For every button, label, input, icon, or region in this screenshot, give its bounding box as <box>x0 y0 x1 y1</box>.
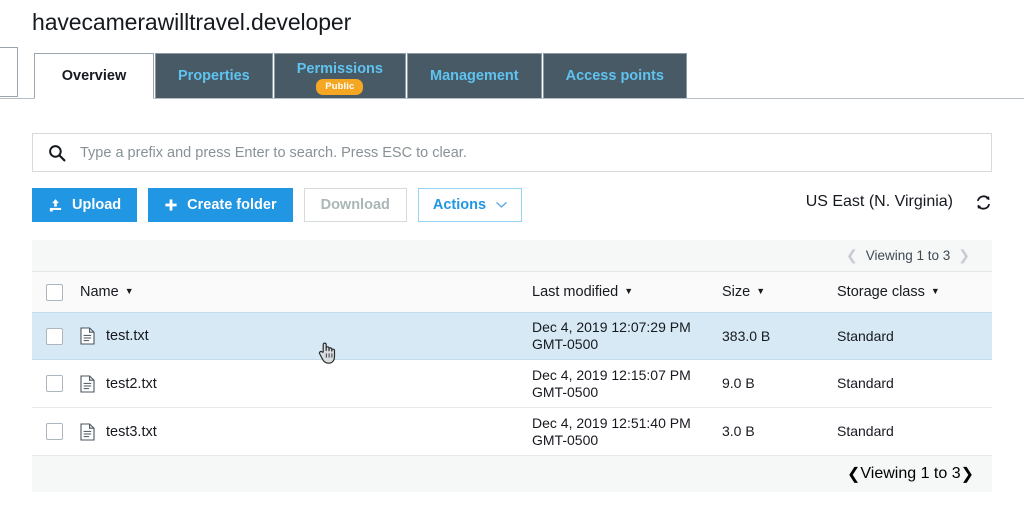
row-size: 9.0 B <box>722 375 755 391</box>
row-checkbox[interactable] <box>46 375 63 392</box>
chevron-left-icon: ❮ <box>846 466 861 483</box>
row-select-cell <box>32 375 80 392</box>
row-storage-class: Standard <box>837 375 894 391</box>
search-icon <box>48 144 66 162</box>
row-last-modified: Dec 4, 2019 12:07:29 PM GMT-0500 <box>532 319 722 353</box>
file-icon <box>80 422 95 441</box>
toolbar: Upload Create folder Download Actions <box>32 188 523 222</box>
select-all-cell <box>32 283 80 301</box>
s3-bucket-overview-page: havecamerawilltravel.developer Overview … <box>0 0 1024 526</box>
file-icon <box>80 374 95 393</box>
objects-table: ❮ Viewing 1 to 3 ❯ Name ▼ Last modified ▼ … <box>32 240 992 492</box>
column-header-name[interactable]: Name ▼ <box>80 284 532 300</box>
row-select-cell <box>32 423 80 440</box>
select-all-checkbox[interactable] <box>46 283 63 301</box>
page-title: havecamerawilltravel.developer <box>32 9 352 35</box>
column-header-name-label: Name <box>80 284 119 300</box>
row-last-modified-line1: Dec 4, 2019 12:07:29 PM <box>532 319 691 335</box>
refresh-icon[interactable] <box>975 194 992 211</box>
upload-button-label: Upload <box>72 197 122 213</box>
chevron-right-icon: ❯ <box>958 247 970 263</box>
tab-permissions[interactable]: Permissions Public <box>273 53 406 99</box>
offscreen-panel-edge <box>0 47 18 97</box>
tab-overview[interactable]: Overview <box>34 53 154 99</box>
row-size: 3.0 B <box>722 423 755 439</box>
region-label: US East (N. Virginia) <box>805 193 953 210</box>
table-row[interactable]: test3.txt Dec 4, 2019 12:51:40 PM GMT-05… <box>32 408 992 456</box>
row-last-modified-line2: GMT-0500 <box>532 336 599 352</box>
actions-button[interactable]: Actions <box>417 188 523 222</box>
row-last-modified-line2: GMT-0500 <box>532 431 599 448</box>
row-size: 383.0 B <box>722 327 771 344</box>
column-header-storage-class[interactable]: Storage class ▼ <box>837 283 992 301</box>
caret-down-icon: ▼ <box>624 286 634 296</box>
public-badge: Public <box>316 79 364 95</box>
row-last-modified-line1: Dec 4, 2019 12:15:07 PM <box>532 366 691 383</box>
download-button: Download <box>303 188 407 222</box>
column-header-last-modified-label: Last modified <box>532 284 619 300</box>
tab-properties[interactable]: Properties <box>155 53 273 99</box>
search-bar[interactable]: Type a prefix and press Enter to search.… <box>32 133 992 172</box>
row-checkbox[interactable] <box>46 423 63 440</box>
tab-overview-label: Overview <box>61 68 127 84</box>
tab-properties-label: Properties <box>178 68 250 84</box>
caret-down-icon: ▼ <box>756 286 766 296</box>
actions-button-label: Actions <box>432 197 487 213</box>
row-checkbox[interactable] <box>46 327 63 345</box>
row-file-name[interactable]: test3.txt <box>106 424 157 440</box>
column-header-last-modified[interactable]: Last modified ▼ <box>532 283 722 301</box>
table-row[interactable]: test.txt Dec 4, 2019 12:07:29 PM GMT-050… <box>32 312 992 360</box>
tab-management-label: Management <box>429 68 519 84</box>
upload-icon <box>48 198 63 213</box>
region-indicator: US East (N. Virginia) <box>806 193 992 211</box>
row-name-cell: test.txt <box>80 327 532 345</box>
tab-access-points[interactable]: Access points <box>542 53 687 99</box>
row-last-modified: Dec 4, 2019 12:15:07 PM GMT-0500 <box>532 367 722 401</box>
pagination-bottom-text: Viewing 1 to 3 <box>860 465 961 482</box>
column-header-size[interactable]: Size ▼ <box>722 283 837 301</box>
upload-button[interactable]: Upload <box>32 188 138 222</box>
download-button-label: Download <box>320 197 390 213</box>
search-input-placeholder[interactable]: Type a prefix and press Enter to search.… <box>80 145 467 161</box>
column-header-size-label: Size <box>722 284 751 300</box>
row-last-modified: Dec 4, 2019 12:51:40 PM GMT-0500 <box>532 415 722 449</box>
create-folder-button-label: Create folder <box>187 197 277 213</box>
tab-permissions-label: Permissions <box>296 61 383 78</box>
plus-icon <box>164 198 178 212</box>
row-name-cell: test3.txt <box>80 422 532 441</box>
table-header-row: Name ▼ Last modified ▼ Size ▼ Storage class… <box>32 271 992 313</box>
pagination-top: ❮ Viewing 1 to 3 ❯ <box>32 240 992 271</box>
row-name-cell: test2.txt <box>80 374 532 393</box>
table-row[interactable]: test2.txt Dec 4, 2019 12:15:07 PM GMT-05… <box>32 360 992 408</box>
caret-down-icon: ▼ <box>124 286 134 296</box>
row-storage-class: Standard <box>837 423 894 439</box>
row-last-modified-line1: Dec 4, 2019 12:51:40 PM <box>532 414 691 431</box>
tab-management[interactable]: Management <box>406 53 542 99</box>
row-file-name[interactable]: test.txt <box>106 328 149 344</box>
row-last-modified-line2: GMT-0500 <box>532 383 599 400</box>
create-folder-button[interactable]: Create folder <box>148 188 293 222</box>
row-select-cell <box>32 327 80 345</box>
chevron-right-icon: ❯ <box>960 466 974 483</box>
column-header-storage-class-label: Storage class <box>837 284 925 300</box>
tab-access-points-label: Access points <box>565 68 664 84</box>
chevron-down-icon <box>496 197 507 213</box>
bucket-tabs: Overview Properties Permissions Public M… <box>34 53 687 99</box>
pagination-bottom: ❮ Viewing 1 to 3 ❯ <box>32 456 992 492</box>
caret-down-icon: ▼ <box>930 286 940 296</box>
row-storage-class: Standard <box>837 327 894 344</box>
row-file-name[interactable]: test2.txt <box>106 376 157 392</box>
chevron-left-icon: ❮ <box>845 247 858 263</box>
pagination-top-text: Viewing 1 to 3 <box>865 248 951 263</box>
file-icon <box>80 327 95 345</box>
